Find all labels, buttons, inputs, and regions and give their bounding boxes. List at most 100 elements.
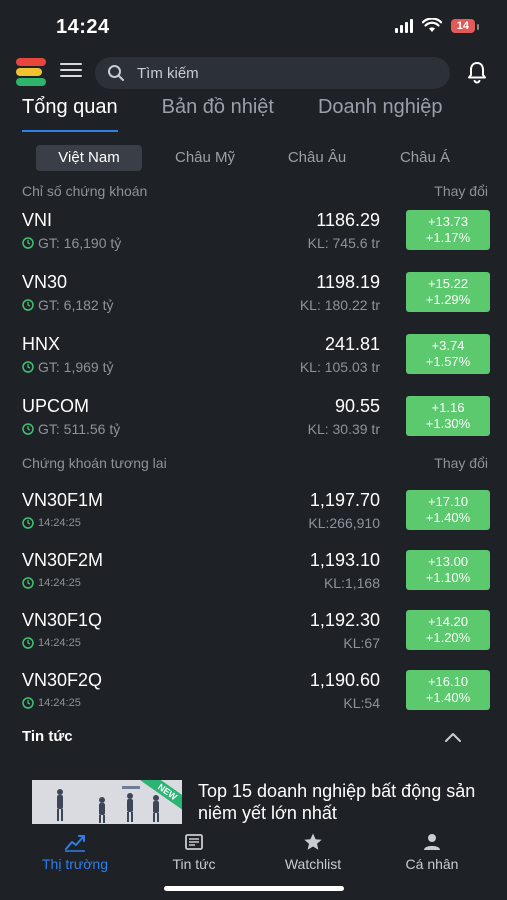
index-trade-value-text: GT: 511.56 tỷ: [38, 421, 121, 437]
nav-thi-truong[interactable]: Thị trường: [20, 832, 130, 872]
futures-volume: KL:54: [343, 695, 380, 711]
index-row[interactable]: VNI GT: 16,190 tỷ 1186.29 KL: 745.6 tr +…: [22, 210, 490, 258]
news-headline: Top 15 doanh nghiệp bất động sản niêm yế…: [198, 781, 476, 823]
nav-ca-nhan[interactable]: Cá nhân: [377, 832, 487, 872]
change-badge: +1.16 +1.30%: [406, 396, 490, 436]
clock-icon: [22, 577, 34, 589]
indices-change-label: Thay đổi: [434, 183, 488, 199]
change-value: +15.22: [427, 276, 469, 291]
futures-value: 1,193.10: [309, 550, 380, 570]
clock-icon: [22, 237, 34, 249]
futures-row[interactable]: VN30F2M 14:24:25 1,193.10 KL:1,168 +13.0…: [22, 550, 490, 598]
news-section-header: Tin tức: [22, 728, 462, 745]
nav-tin-tuc[interactable]: Tin tức: [139, 832, 249, 872]
index-trade-value-text: GT: 6,182 tỷ: [38, 297, 114, 313]
status-time: 14:24: [56, 16, 110, 38]
change-percent: +1.40%: [425, 510, 471, 525]
status-icons: 14: [394, 18, 480, 33]
change-badge: +3.74 +1.57%: [406, 334, 490, 374]
person-icon: [424, 834, 440, 850]
menu-icon[interactable]: [60, 63, 82, 79]
futures-change-label: Thay đổi: [434, 455, 488, 471]
index-name: HNX: [22, 334, 61, 354]
futures-time: 14:24:25: [22, 697, 81, 709]
futures-name: VN30F2Q: [22, 670, 103, 690]
home-indicator: [164, 886, 344, 891]
index-trade-value: GT: 6,182 tỷ: [22, 297, 113, 313]
futures-row[interactable]: VN30F1M 14:24:25 1,197.70 KL:266,910 +17…: [22, 490, 490, 538]
region-tabs: Việt Nam Châu Mỹ Châu Âu Châu Á: [36, 144, 486, 172]
change-badge: +15.22 +1.29%: [406, 272, 490, 312]
news-item[interactable]: NEW Top 15 doanh nghiệp bất động sản niê…: [32, 780, 492, 824]
index-trade-value: GT: 1,969 tỷ: [22, 359, 113, 375]
tab-doanh-nghiep[interactable]: Doanh nghiệp: [318, 96, 443, 132]
status-bar: 14:24 14: [0, 0, 507, 52]
region-tab-chau-my[interactable]: Châu Mỹ: [142, 145, 268, 171]
clock-icon: [22, 423, 34, 435]
change-percent: +1.40%: [425, 690, 471, 705]
search-bar[interactable]: [95, 57, 450, 89]
futures-volume: KL:67: [343, 635, 380, 651]
index-row[interactable]: HNX GT: 1,969 tỷ 241.81 KL: 105.03 tr +3…: [22, 334, 490, 382]
tab-tong-quan[interactable]: Tổng quan: [22, 96, 118, 132]
clock-icon: [22, 517, 34, 529]
index-row[interactable]: UPCOM GT: 511.56 tỷ 90.55 KL: 30.39 tr +…: [22, 396, 490, 444]
index-trade-value-text: GT: 1,969 tỷ: [38, 359, 114, 375]
tab-ban-do-nhiet[interactable]: Bản đồ nhiệt: [162, 96, 274, 132]
futures-section-header: Chứng khoán tương lai Thay đổi: [22, 455, 488, 471]
futures-header-label: Chứng khoán tương lai: [22, 455, 167, 471]
futures-time: 14:24:25: [22, 577, 81, 589]
index-name: VNI: [22, 210, 53, 230]
region-tab-chau-au[interactable]: Châu Âu: [268, 145, 366, 171]
change-badge: +13.00 +1.10%: [406, 550, 490, 590]
search-input[interactable]: [137, 64, 417, 82]
change-percent: +1.17%: [425, 230, 471, 245]
index-trade-value: GT: 16,190 tỷ: [22, 235, 121, 251]
futures-name: VN30F2M: [22, 550, 104, 570]
futures-time-text: 14:24:25: [38, 517, 81, 529]
clock-icon: [22, 697, 34, 709]
index-value: 1198.19: [316, 272, 380, 292]
search-icon: [108, 65, 124, 81]
change-percent: +1.30%: [425, 416, 471, 431]
news-title: Tin tức: [22, 728, 73, 745]
futures-time-text: 14:24:25: [38, 697, 81, 709]
main-tabs: Tổng quan Bản đồ nhiệt Doanh nghiệp: [22, 96, 507, 132]
bell-icon[interactable]: [465, 60, 489, 84]
futures-time: 14:24:25: [22, 517, 81, 529]
index-trade-value-text: GT: 16,190 tỷ: [38, 235, 122, 251]
region-tab-chau-a[interactable]: Châu Á: [366, 145, 484, 171]
top-bar: [0, 56, 507, 90]
index-name: UPCOM: [22, 396, 89, 416]
indices-header-label: Chỉ số chứng khoán: [22, 183, 148, 199]
nav-label: Cá nhân: [405, 856, 459, 872]
futures-row[interactable]: VN30F2Q 14:24:25 1,190.60 KL:54 +16.10 +…: [22, 670, 490, 718]
index-value: 90.55: [334, 396, 380, 416]
change-value: +13.00: [427, 554, 469, 569]
change-value: +3.74: [431, 338, 465, 353]
clock-icon: [22, 299, 34, 311]
newspaper-icon: [185, 834, 203, 850]
region-tab-viet-nam[interactable]: Việt Nam: [36, 145, 142, 171]
futures-time: 14:24:25: [22, 637, 81, 649]
futures-row[interactable]: VN30F1Q 14:24:25 1,192.30 KL:67 +14.20 +…: [22, 610, 490, 658]
nav-label: Watchlist: [284, 856, 342, 872]
change-badge: +14.20 +1.20%: [406, 610, 490, 650]
bottom-nav: Thị trường Tin tức Watchlist Cá nhân: [0, 824, 507, 900]
futures-name: VN30F1Q: [22, 610, 103, 630]
change-percent: +1.29%: [425, 292, 471, 307]
futures-value: 1,190.60: [309, 670, 380, 690]
chart-icon: [65, 835, 85, 852]
clock-icon: [22, 361, 34, 373]
index-value: 1186.29: [316, 210, 380, 230]
index-volume: KL: 30.39 tr: [307, 421, 380, 437]
nav-watchlist[interactable]: Watchlist: [258, 832, 368, 872]
change-value: +1.16: [431, 400, 465, 415]
app-logo: [16, 58, 48, 86]
chevron-up-icon[interactable]: [444, 731, 462, 743]
change-badge: +16.10 +1.40%: [406, 670, 490, 710]
futures-time-text: 14:24:25: [38, 637, 81, 649]
change-percent: +1.10%: [425, 570, 471, 585]
futures-name: VN30F1M: [22, 490, 104, 510]
index-row[interactable]: VN30 GT: 6,182 tỷ 1198.19 KL: 180.22 tr …: [22, 272, 490, 320]
